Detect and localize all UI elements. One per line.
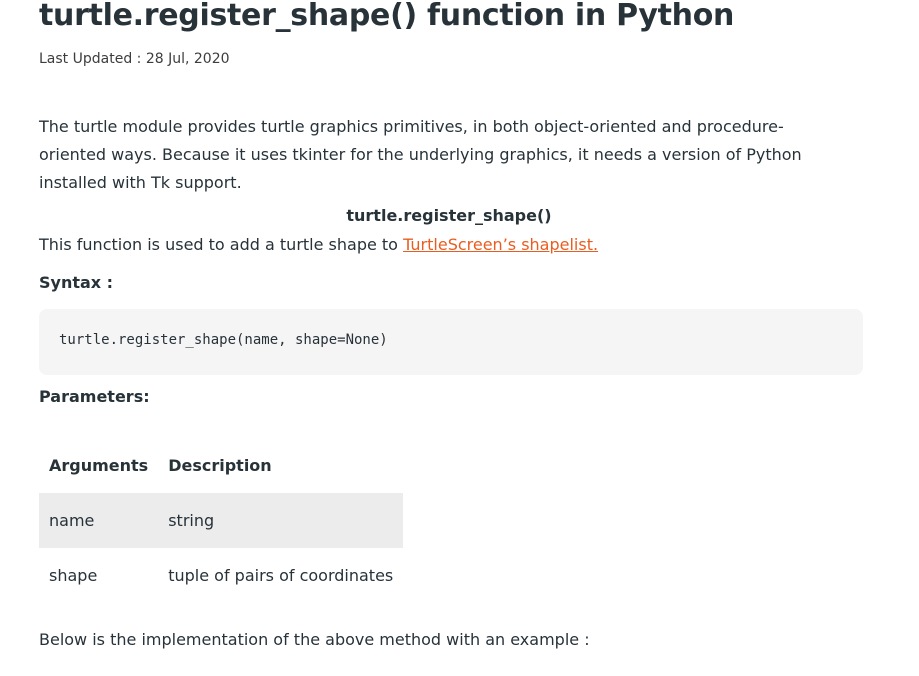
parameters-table: Arguments Description name string shape … xyxy=(39,438,404,603)
syntax-code: turtle.register_shape(name, shape=None) xyxy=(59,332,388,348)
parameters-label: Parameters: xyxy=(39,387,150,406)
column-header-arguments: Arguments xyxy=(49,456,149,475)
code-block: turtle.register_shape(name, shape=None) xyxy=(39,309,863,375)
table-row: shape tuple of pairs of coordinates xyxy=(39,548,403,603)
table-cell-argument: name xyxy=(39,493,159,548)
function-description: This function is used to add a turtle sh… xyxy=(39,235,598,254)
table-row: name string xyxy=(39,493,404,548)
column-header-description: Description xyxy=(168,456,272,475)
intro-paragraph: The turtle module provides turtle graphi… xyxy=(39,117,802,192)
function-heading: turtle.register_shape() xyxy=(346,206,552,225)
function-description-text: This function is used to add a turtle sh… xyxy=(39,235,404,254)
syntax-label: Syntax : xyxy=(39,273,114,292)
implementation-text: Below is the implementation of the above… xyxy=(39,630,590,649)
table-cell-description: tuple of pairs of coordinates xyxy=(168,566,394,585)
table-header-row: Arguments Description xyxy=(39,438,403,493)
shapelist-link[interactable]: TurtleScreen’s shapelist. xyxy=(403,235,598,254)
table-cell-argument: shape xyxy=(49,566,98,585)
table-cell-description: string xyxy=(158,493,404,548)
last-updated-date: Last Updated : 28 Jul, 2020 xyxy=(39,51,230,67)
page-title: turtle.register_shape() function in Pyth… xyxy=(39,0,735,33)
